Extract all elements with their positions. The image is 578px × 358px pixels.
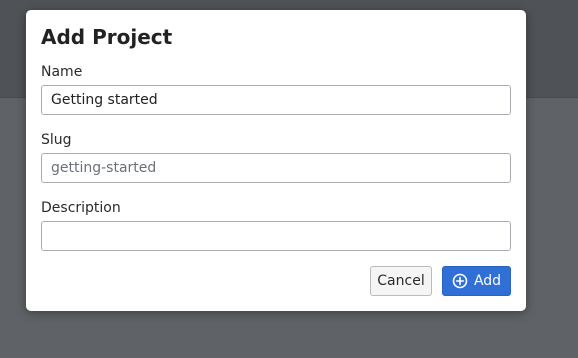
dialog-title: Add Project xyxy=(41,25,173,49)
description-input[interactable] xyxy=(41,221,511,251)
name-input[interactable] xyxy=(41,85,511,115)
slug-label: Slug xyxy=(41,132,72,148)
cancel-button[interactable]: Cancel xyxy=(370,266,432,296)
name-label: Name xyxy=(41,64,83,80)
description-label: Description xyxy=(41,200,121,216)
add-button[interactable]: Add xyxy=(442,266,511,296)
plus-circle-icon xyxy=(452,273,468,289)
slug-input[interactable] xyxy=(41,153,511,183)
add-button-label: Add xyxy=(473,273,502,289)
cancel-button-label: Cancel xyxy=(377,273,425,289)
add-project-dialog: Add Project Name Slug Description Cancel… xyxy=(26,10,526,311)
